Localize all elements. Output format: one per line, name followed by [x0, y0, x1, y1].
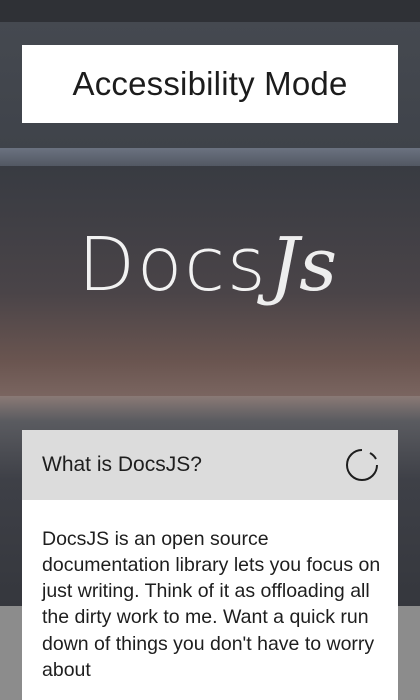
docsjs-logo: Docs Js: [78, 228, 348, 338]
header-stripe: [0, 148, 420, 166]
card-body-text: DocsJS is an open source documentation l…: [42, 528, 381, 681]
logo-script-text: Js: [269, 222, 338, 308]
card-title: What is DocsJS?: [42, 453, 202, 476]
card-header[interactable]: What is DocsJS?: [22, 430, 398, 500]
info-card: What is DocsJS? DocsJS is an open source…: [22, 430, 398, 700]
accessibility-mode-button[interactable]: Accessibility Mode: [22, 45, 398, 123]
accessibility-mode-label: Accessibility Mode: [72, 65, 348, 102]
logo-main-text: Docs: [78, 222, 268, 308]
loading-spinner-icon: [346, 449, 378, 481]
top-bar: [0, 0, 420, 22]
